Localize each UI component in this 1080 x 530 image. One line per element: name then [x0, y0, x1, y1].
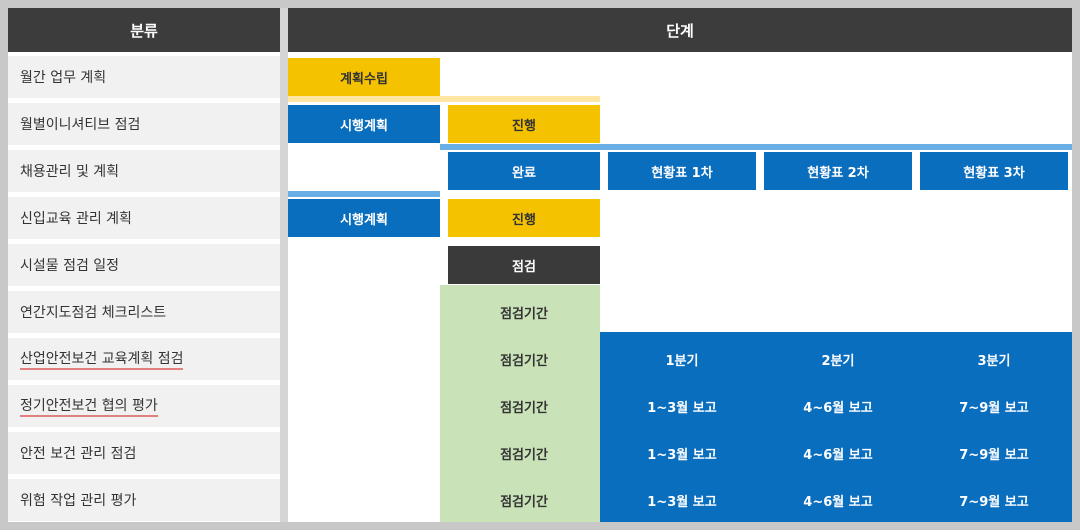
column-divider [280, 8, 288, 522]
cell-report-q2: 4~6월 보고 [764, 387, 912, 425]
row-label-8: 정기안전보건 협의 평가 [8, 385, 280, 427]
cell-report-q3: 7~9월 보고 [920, 434, 1068, 472]
cell-report-q3: 7~9월 보고 [920, 481, 1068, 519]
row-label-7: 산업안전보건 교육계획 점검 [8, 338, 280, 380]
cell-execution-plan: 시행계획 [288, 105, 440, 143]
cell-in-progress: 진행 [448, 199, 600, 237]
cell-inspection-period: 점검기간 [448, 481, 600, 519]
connector-band [288, 96, 440, 102]
cell-execution-plan: 시행계획 [288, 199, 440, 237]
cell-status-1: 현황표 1차 [608, 152, 756, 190]
cell-complete: 완료 [448, 152, 600, 190]
row-label-1: 월간 업무 계획 [8, 56, 280, 98]
connector-band [440, 144, 1072, 150]
cell-plan: 계획수립 [288, 58, 440, 96]
cell-quarter-2: 2분기 [764, 340, 912, 378]
cell-inspection-period: 점검기간 [448, 340, 600, 378]
row-label-5: 시설물 점검 일정 [8, 244, 280, 286]
header-category: 분류 [8, 8, 280, 52]
cell-report-q1: 1~3월 보고 [608, 434, 756, 472]
cell-inspection-period: 점검기간 [448, 293, 600, 331]
cell-report-q3: 7~9월 보고 [920, 387, 1068, 425]
row-label-2: 월별이니셔티브 점검 [8, 103, 280, 145]
cell-in-progress: 진행 [448, 105, 600, 143]
cell-report-q1: 1~3월 보고 [608, 481, 756, 519]
cell-status-2: 현황표 2차 [764, 152, 912, 190]
cell-report-q2: 4~6월 보고 [764, 481, 912, 519]
cell-inspection: 점검 [448, 246, 600, 284]
row-label-3: 채용관리 및 계획 [8, 150, 280, 192]
row-label-10: 위험 작업 관리 평가 [8, 479, 280, 521]
connector-band [288, 191, 440, 197]
row-label-9: 안전 보건 관리 점검 [8, 432, 280, 474]
cell-report-q2: 4~6월 보고 [764, 434, 912, 472]
schedule-table: 분류 단계 월간 업무 계획 월별이니셔티브 점검 채용관리 및 계획 신입교육… [8, 8, 1072, 522]
cell-inspection-period: 점검기간 [448, 434, 600, 472]
cell-report-q1: 1~3월 보고 [608, 387, 756, 425]
cell-quarter-3: 3분기 [920, 340, 1068, 378]
cell-status-3: 현황표 3차 [920, 152, 1068, 190]
cell-inspection-period: 점검기간 [448, 387, 600, 425]
connector-band [440, 96, 600, 102]
header-stage: 단계 [288, 8, 1072, 52]
cell-quarter-1: 1분기 [608, 340, 756, 378]
row-label-6: 연간지도점검 체크리스트 [8, 291, 280, 333]
row-label-4: 신입교육 관리 계획 [8, 197, 280, 239]
